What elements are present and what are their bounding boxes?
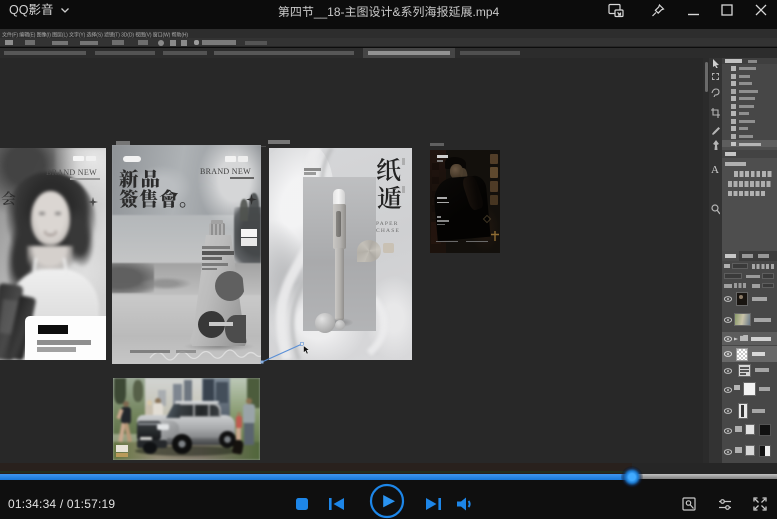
- svg-text:A: A: [711, 164, 719, 175]
